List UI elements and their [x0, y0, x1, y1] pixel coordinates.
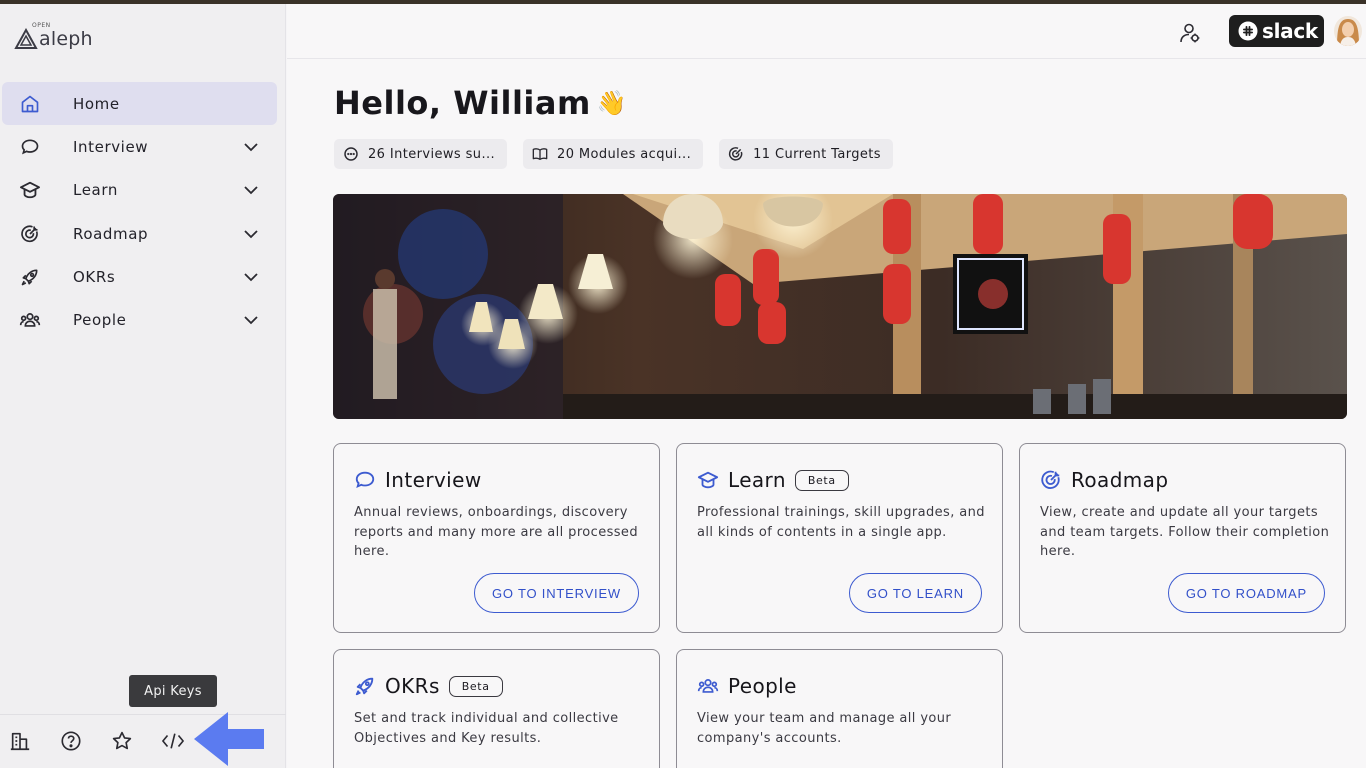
chevron-down-icon[interactable] [243, 312, 259, 328]
logo-name: aleph [39, 28, 93, 50]
sidebar-item-people[interactable]: People [2, 298, 277, 341]
sidebar-nav: Home Interview Learn Roadmap OKRs People [2, 82, 277, 342]
people-icon [697, 679, 719, 693]
greeting-title: Hello, William 👋 [334, 84, 627, 122]
graduation-cap-icon [697, 471, 719, 489]
card-title: Roadmap [1071, 468, 1169, 492]
stat-label: 11 Current Targets [753, 146, 881, 162]
waving-hand-emoji: 👋 [596, 89, 628, 117]
go-to-learn-button[interactable]: GO TO LEARN [848, 573, 982, 613]
hero-banner-image [333, 194, 1347, 419]
go-to-interview-button[interactable]: GO TO INTERVIEW [473, 573, 639, 613]
api-keys-tooltip: Api Keys [129, 675, 217, 707]
card-okrs: OKRs Beta Set and track individual and c… [333, 649, 660, 768]
star-icon[interactable] [110, 729, 134, 753]
pointer-arrow-icon [194, 712, 264, 766]
card-description: Set and track individual and collective … [354, 711, 619, 746]
sidebar-item-roadmap[interactable]: Roadmap [2, 212, 277, 255]
book-icon [532, 148, 548, 160]
help-icon[interactable] [59, 729, 83, 753]
sidebar-item-label: Learn [73, 181, 118, 200]
card-learn: Learn Beta Professional trainings, skill… [676, 443, 1003, 633]
slack-label: slack [1262, 19, 1318, 43]
sidebar-item-home[interactable]: Home [2, 82, 277, 126]
beta-badge: Beta [794, 469, 849, 491]
home-icon [19, 93, 41, 115]
sidebar-item-label: Home [73, 94, 120, 113]
slack-icon [1238, 21, 1258, 41]
card-people: People View your team and manage all you… [676, 649, 1003, 768]
stat-label: 26 Interviews su... [368, 146, 496, 162]
card-description: Annual reviews, onboardings, discovery r… [354, 505, 638, 559]
chevron-down-icon[interactable] [243, 139, 259, 155]
stat-interviews[interactable]: 26 Interviews su... [334, 139, 508, 169]
avatar[interactable] [1334, 16, 1362, 46]
main-content: slack Hello, William 👋 26 Interviews su.… [287, 4, 1366, 768]
chevron-down-icon[interactable] [243, 182, 259, 198]
stats-row: 26 Interviews su... 20 Modules acqui... … [334, 139, 909, 169]
card-description: Professional trainings, skill upgrades, … [697, 505, 985, 540]
chat-bubble-icon [355, 471, 375, 489]
target-icon [729, 147, 743, 161]
card-roadmap: Roadmap View, create and update all your… [1019, 443, 1346, 633]
sidebar-item-label: People [73, 311, 127, 330]
graduation-cap-icon [19, 179, 41, 201]
logo-triangle-icon [14, 28, 38, 49]
rocket-icon [19, 266, 41, 288]
stat-targets[interactable]: 11 Current Targets [719, 139, 893, 169]
sidebar-item-label: Roadmap [73, 224, 149, 243]
card-title: Learn [728, 468, 786, 492]
top-bar: slack [287, 4, 1366, 59]
card-interview: Interview Annual reviews, onboardings, d… [333, 443, 660, 633]
stat-modules[interactable]: 20 Modules acqui... [523, 139, 704, 169]
code-icon[interactable] [161, 729, 185, 753]
card-title: People [728, 674, 797, 698]
chat-bubble-icon [19, 136, 41, 158]
rocket-icon [355, 677, 374, 696]
greeting-text: Hello, William [334, 84, 591, 122]
people-icon [19, 309, 41, 331]
card-title: OKRs [385, 674, 440, 698]
target-icon [19, 223, 41, 245]
chevron-down-icon[interactable] [243, 226, 259, 242]
card-title: Interview [385, 468, 482, 492]
go-to-roadmap-button[interactable]: GO TO ROADMAP [1167, 573, 1325, 613]
card-description: View, create and update all your targets… [1040, 505, 1330, 559]
slack-button[interactable]: slack [1229, 15, 1324, 47]
sidebar-item-learn[interactable]: Learn [2, 169, 277, 212]
stat-label: 20 Modules acqui... [557, 146, 692, 162]
beta-badge: Beta [448, 675, 503, 697]
user-settings-icon[interactable] [1178, 21, 1202, 45]
chevron-down-icon[interactable] [243, 269, 259, 285]
target-icon [1041, 470, 1060, 489]
sidebar: OPEN aleph Home Interview Learn Roadmap … [0, 4, 286, 768]
sidebar-item-okrs[interactable]: OKRs [2, 255, 277, 298]
card-description: View your team and manage all your compa… [697, 711, 952, 746]
sidebar-item-label: OKRs [73, 267, 116, 286]
app-logo[interactable]: OPEN aleph [14, 22, 93, 50]
sidebar-item-interview[interactable]: Interview [2, 125, 277, 168]
building-icon[interactable] [8, 729, 32, 753]
chat-bubble-icon [344, 147, 358, 161]
sidebar-item-label: Interview [73, 137, 149, 156]
logo-open-text: OPEN [32, 22, 51, 29]
